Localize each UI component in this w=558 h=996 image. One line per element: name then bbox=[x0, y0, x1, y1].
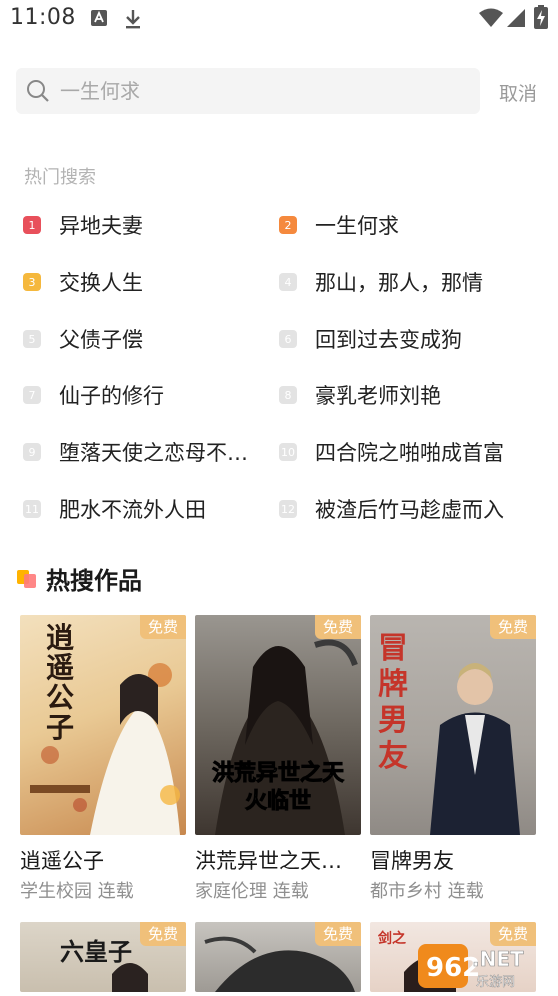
hot-search-text: 交换人生 bbox=[59, 271, 143, 295]
app-notification-icon bbox=[91, 10, 107, 26]
hot-search-text: 异地夫妻 bbox=[59, 214, 143, 238]
svg-text:.NET: .NET bbox=[472, 947, 524, 971]
free-badge: 免费 bbox=[314, 615, 361, 639]
signal-icon bbox=[507, 9, 525, 27]
hot-search-text: 回到过去变成狗 bbox=[315, 328, 462, 352]
wifi-icon bbox=[479, 8, 503, 27]
book-title: 冒牌男友 bbox=[370, 849, 454, 873]
hot-search-text: 一生何求 bbox=[315, 214, 399, 238]
book-card[interactable]: 冒牌男友 免费 冒牌男友 都市乡村 连载 bbox=[370, 615, 536, 905]
free-badge: 免费 bbox=[139, 922, 186, 946]
search-bar bbox=[16, 68, 480, 114]
hot-search-item[interactable]: 8 豪乳老师刘艳 bbox=[279, 373, 527, 417]
cover-title-text: 六皇子 bbox=[60, 938, 132, 966]
rank-badge: 2 bbox=[279, 216, 297, 234]
hot-search-item[interactable]: 9 堕落天使之恋母不… bbox=[23, 430, 271, 474]
cover-title-text: 洪荒异世之天火临世 bbox=[211, 761, 344, 815]
hot-works-header: 热搜作品 bbox=[16, 562, 142, 595]
book-cover: 六皇子 免费 bbox=[20, 922, 186, 992]
rank-badge: 11 bbox=[23, 500, 41, 518]
status-bar: 11:08 bbox=[0, 0, 558, 40]
book-title: 洪荒异世之天… bbox=[195, 849, 342, 873]
rank-badge: 6 bbox=[279, 330, 297, 348]
rank-badge: 8 bbox=[279, 386, 297, 404]
cover-illustration bbox=[30, 663, 180, 835]
rank-badge: 5 bbox=[23, 330, 41, 348]
book-card[interactable]: 免费 bbox=[195, 922, 361, 992]
book-card[interactable]: 六皇子 免费 bbox=[20, 922, 186, 992]
book-cover: 洪荒异世之天火临世 免费 bbox=[195, 615, 361, 835]
cover-title-text: 剑之 bbox=[378, 931, 406, 947]
cover-title-text: 冒牌男友 bbox=[378, 631, 408, 774]
book-cover: 逍遥公子 免费 bbox=[20, 615, 186, 835]
download-icon bbox=[126, 10, 140, 29]
search-icon bbox=[27, 80, 49, 102]
rank-badge: 7 bbox=[23, 386, 41, 404]
hot-search-text: 被渣后竹马趁虚而入 bbox=[315, 498, 504, 522]
hot-search-text: 父债子偿 bbox=[59, 328, 143, 352]
rank-badge: 10 bbox=[279, 443, 297, 461]
status-time: 11:08 bbox=[10, 5, 76, 30]
hot-search-item[interactable]: 2 一生何求 bbox=[279, 203, 527, 247]
hot-search-item[interactable]: 4 那山，那人，那情 bbox=[279, 260, 527, 304]
book-meta: 家庭伦理 连载 bbox=[195, 881, 309, 902]
book-meta: 学生校园 连载 bbox=[20, 881, 134, 902]
search-input[interactable] bbox=[60, 68, 460, 114]
free-badge: 免费 bbox=[489, 615, 536, 639]
rank-badge: 12 bbox=[279, 500, 297, 518]
hot-search-text: 那山，那人，那情 bbox=[315, 271, 483, 295]
book-card[interactable]: 逍遥公子 免费 逍遥公子 学生校园 连载 bbox=[20, 615, 186, 905]
book-cover: 免费 bbox=[195, 922, 361, 992]
book-cover: 冒牌男友 免费 bbox=[370, 615, 536, 835]
rank-badge: 4 bbox=[279, 273, 297, 291]
hot-search-item[interactable]: 1 异地夫妻 bbox=[23, 203, 271, 247]
rank-badge: 1 bbox=[23, 216, 41, 234]
battery-charging-icon bbox=[534, 5, 548, 29]
hot-search-text: 豪乳老师刘艳 bbox=[315, 384, 441, 408]
book-card[interactable]: 洪荒异世之天火临世 免费 洪荒异世之天… 家庭伦理 连载 bbox=[195, 615, 361, 905]
hot-search-text: 仙子的修行 bbox=[59, 384, 164, 408]
hot-search-label: 热门搜索 bbox=[24, 167, 96, 188]
hot-search-item[interactable]: 10 四合院之啪啪成首富 bbox=[279, 430, 527, 474]
book-meta: 都市乡村 连载 bbox=[370, 881, 484, 902]
hot-search-item[interactable]: 7 仙子的修行 bbox=[23, 373, 271, 417]
hot-works-title: 热搜作品 bbox=[46, 566, 142, 595]
rank-badge: 3 bbox=[23, 273, 41, 291]
svg-text:乐游网: 乐游网 bbox=[476, 975, 515, 990]
hot-search-item[interactable]: 12 被渣后竹马趁虚而入 bbox=[279, 487, 527, 531]
cancel-button[interactable]: 取消 bbox=[499, 79, 537, 106]
free-badge: 免费 bbox=[139, 615, 186, 639]
hot-search-item[interactable]: 11 肥水不流外人田 bbox=[23, 487, 271, 531]
hot-works-icon bbox=[17, 570, 36, 588]
watermark-logo: 962 .NET 乐游网 bbox=[416, 938, 556, 992]
hot-search-text: 四合院之啪啪成首富 bbox=[315, 441, 504, 465]
cover-title-text: 逍遥公子 bbox=[46, 621, 75, 744]
free-badge: 免费 bbox=[314, 922, 361, 946]
hot-search-item[interactable]: 6 回到过去变成狗 bbox=[279, 317, 527, 361]
hot-search-item[interactable]: 5 父债子偿 bbox=[23, 317, 271, 361]
hot-search-text: 肥水不流外人田 bbox=[59, 498, 206, 522]
hot-search-text: 堕落天使之恋母不… bbox=[59, 441, 248, 465]
rank-badge: 9 bbox=[23, 443, 41, 461]
book-title: 逍遥公子 bbox=[20, 849, 104, 873]
hot-search-item[interactable]: 3 交换人生 bbox=[23, 260, 271, 304]
